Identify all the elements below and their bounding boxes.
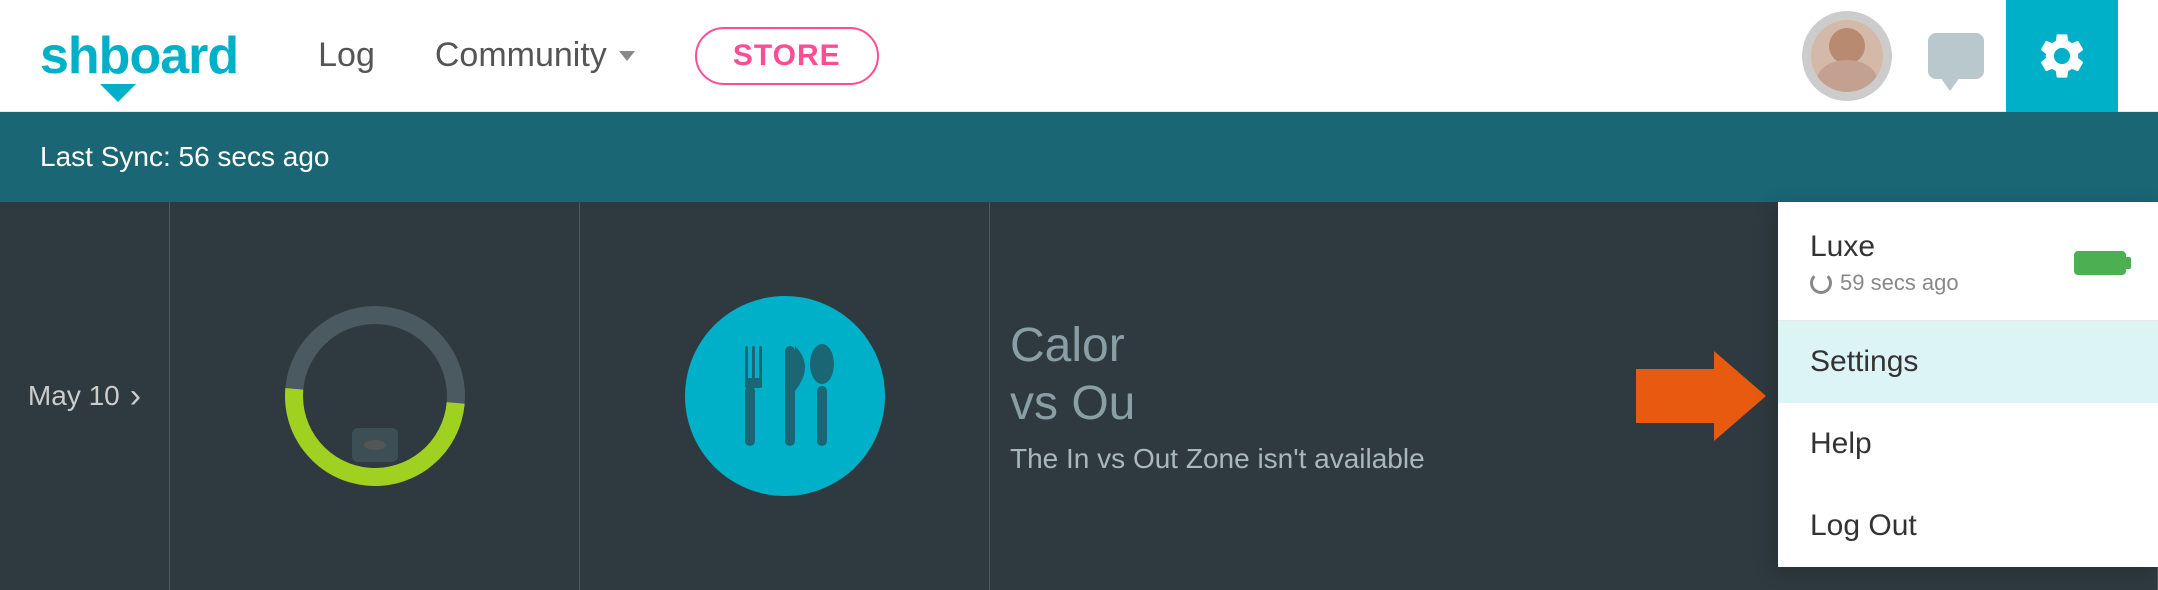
gauge-card xyxy=(170,202,580,590)
dropdown-item-logout[interactable]: Log Out xyxy=(1778,485,2158,567)
scale-display xyxy=(364,440,386,450)
date-label: May 10 xyxy=(28,380,120,412)
main-area: May 10 › xyxy=(0,202,2158,590)
header-right xyxy=(1802,0,2118,112)
settings-item-label: Settings xyxy=(1810,345,1918,379)
chevron-down-icon xyxy=(619,51,635,61)
calorie-title: Calor vs Ou xyxy=(1010,317,1135,432)
arrow-shape xyxy=(1636,351,1766,441)
nav-item-community[interactable]: Community xyxy=(435,36,635,75)
sync-status: Last Sync: 56 secs ago xyxy=(40,141,330,173)
device-name: Luxe xyxy=(1810,230,1959,264)
nav-item-log[interactable]: Log xyxy=(318,36,375,75)
brand-logo[interactable]: shboard xyxy=(40,26,238,86)
sync-spinner-icon xyxy=(1810,272,1832,294)
device-info-row: Luxe 59 secs ago xyxy=(1778,202,2158,321)
settings-gear-button[interactable] xyxy=(2006,0,2118,112)
dropdown-item-help[interactable]: Help xyxy=(1778,403,2158,485)
logout-item-label: Log Out xyxy=(1810,509,1917,543)
nav-log-label: Log xyxy=(318,36,375,75)
calorie-subtitle: The In vs Out Zone isn't available xyxy=(1010,443,1425,475)
message-bubble-icon xyxy=(1928,33,1984,79)
nav-community-label: Community xyxy=(435,36,607,75)
scale-icon xyxy=(352,428,398,462)
fork-knife-icon xyxy=(735,336,835,456)
calorie-title-line1: Calor xyxy=(1010,317,1135,375)
arrow-pointer xyxy=(1636,351,1766,441)
gauge-chart xyxy=(285,306,465,486)
store-button[interactable]: STORE xyxy=(695,27,879,85)
battery-icon xyxy=(2074,251,2126,275)
calorie-title-line2: vs Ou xyxy=(1010,375,1135,433)
messages-button[interactable] xyxy=(1916,16,1996,96)
date-arrow-icon[interactable]: › xyxy=(130,377,141,416)
sync-band: Last Sync: 56 secs ago xyxy=(0,112,2158,202)
sync-time-label: 59 secs ago xyxy=(1840,270,1959,296)
food-circle-icon xyxy=(685,296,885,496)
avatar-image xyxy=(1811,20,1883,92)
gear-icon xyxy=(2035,29,2089,83)
settings-dropdown: Luxe 59 secs ago Settings Help Log Out xyxy=(1778,202,2158,567)
help-item-label: Help xyxy=(1810,427,1872,461)
gauge-arc xyxy=(248,269,502,523)
header-triangle xyxy=(100,84,136,102)
dropdown-item-settings[interactable]: Settings xyxy=(1778,321,2158,403)
date-navigator: May 10 › xyxy=(28,377,141,416)
brand-text: shboard xyxy=(40,27,238,85)
header: shboard Log Community STORE xyxy=(0,0,2158,112)
device-details: Luxe 59 secs ago xyxy=(1810,230,1959,296)
food-card xyxy=(580,202,990,590)
date-card: May 10 › xyxy=(0,202,170,590)
avatar[interactable] xyxy=(1802,11,1892,101)
device-sync-time: 59 secs ago xyxy=(1810,270,1959,296)
